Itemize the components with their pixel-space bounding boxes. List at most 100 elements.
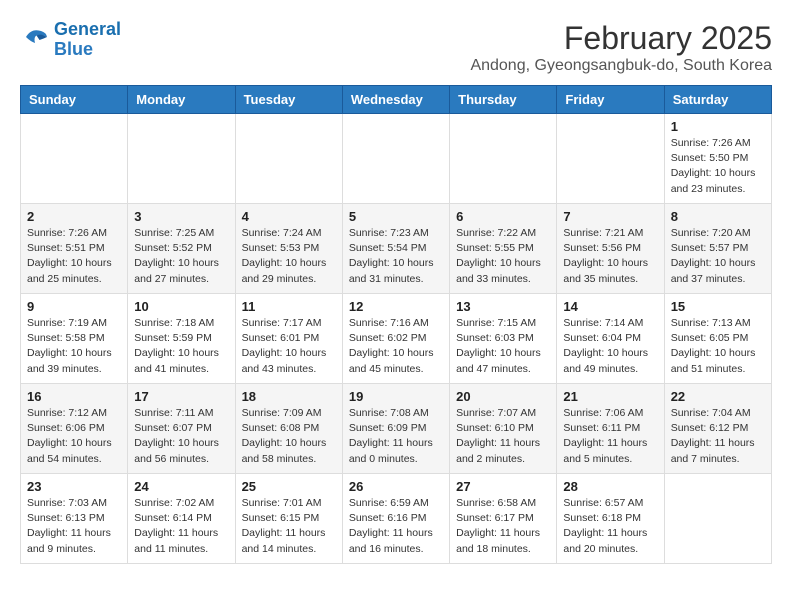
day-cell: 1 Sunrise: 7:26 AM Sunset: 5:50 PM Daylig… xyxy=(664,114,771,204)
week-row-3: 9 Sunrise: 7:19 AM Sunset: 5:58 PM Daylig… xyxy=(21,294,772,384)
day-cell: 21 Sunrise: 7:06 AM Sunset: 6:11 PM Dayli… xyxy=(557,384,664,474)
day-number: 21 xyxy=(563,389,657,404)
day-cell: 17Sunrise: 7:11 AM Sunset: 6:07 PM Dayli… xyxy=(128,384,235,474)
day-cell: 6Sunrise: 7:22 AM Sunset: 5:55 PM Daylig… xyxy=(450,204,557,294)
col-header-sunday: Sunday xyxy=(21,86,128,114)
day-number: 12 xyxy=(349,299,443,314)
day-cell: 27 Sunrise: 6:58 AM Sunset: 6:17 PM Dayli… xyxy=(450,474,557,564)
calendar-title: February 2025 xyxy=(470,20,772,57)
day-cell: 12Sunrise: 7:16 AM Sunset: 6:02 PM Dayli… xyxy=(342,294,449,384)
day-info: Sunrise: 6:59 AM Sunset: 6:16 PM Dayligh… xyxy=(349,496,443,557)
day-info: Sunrise: 7:19 AM Sunset: 5:58 PM Dayligh… xyxy=(27,316,121,377)
day-number: 28 xyxy=(563,479,657,494)
day-cell: 15 Sunrise: 7:13 AM Sunset: 6:05 PM Dayli… xyxy=(664,294,771,384)
day-info: Sunrise: 7:03 AM Sunset: 6:13 PM Dayligh… xyxy=(27,496,121,557)
day-cell: 24 Sunrise: 7:02 AM Sunset: 6:14 PM Dayli… xyxy=(128,474,235,564)
week-row-4: 16 Sunrise: 7:12 AM Sunset: 6:06 PM Dayli… xyxy=(21,384,772,474)
day-cell xyxy=(664,474,771,564)
day-number: 9 xyxy=(27,299,121,314)
calendar-table: SundayMondayTuesdayWednesdayThursdayFrid… xyxy=(20,85,772,564)
day-info: Sunrise: 7:25 AM Sunset: 5:52 PM Dayligh… xyxy=(134,226,228,287)
day-number: 14 xyxy=(563,299,657,314)
day-number: 15 xyxy=(671,299,765,314)
day-info: Sunrise: 7:06 AM Sunset: 6:11 PM Dayligh… xyxy=(563,406,657,467)
day-number: 3 xyxy=(134,209,228,224)
day-cell: 14 Sunrise: 7:14 AM Sunset: 6:04 PM Dayli… xyxy=(557,294,664,384)
day-cell xyxy=(450,114,557,204)
day-cell xyxy=(557,114,664,204)
day-cell: 18 Sunrise: 7:09 AM Sunset: 6:08 PM Dayli… xyxy=(235,384,342,474)
day-cell: 11 Sunrise: 7:17 AM Sunset: 6:01 PM Dayli… xyxy=(235,294,342,384)
day-cell: 19 Sunrise: 7:08 AM Sunset: 6:09 PM Dayli… xyxy=(342,384,449,474)
day-cell: 5 Sunrise: 7:23 AM Sunset: 5:54 PM Daylig… xyxy=(342,204,449,294)
calendar-subtitle: Andong, Gyeongsangbuk-do, South Korea xyxy=(470,57,772,75)
day-number: 27 xyxy=(456,479,550,494)
day-cell: 7 Sunrise: 7:21 AM Sunset: 5:56 PM Daylig… xyxy=(557,204,664,294)
day-info: Sunrise: 7:02 AM Sunset: 6:14 PM Dayligh… xyxy=(134,496,228,557)
col-header-tuesday: Tuesday xyxy=(235,86,342,114)
col-header-thursday: Thursday xyxy=(450,86,557,114)
day-info: Sunrise: 6:57 AM Sunset: 6:18 PM Dayligh… xyxy=(563,496,657,557)
day-info: Sunrise: 7:17 AM Sunset: 6:01 PM Dayligh… xyxy=(242,316,336,377)
day-info: Sunrise: 7:26 AM Sunset: 5:50 PM Dayligh… xyxy=(671,136,765,197)
day-cell xyxy=(128,114,235,204)
day-info: Sunrise: 7:22 AM Sunset: 5:55 PM Dayligh… xyxy=(456,226,550,287)
page-header: General Blue February 2025 Andong, Gyeon… xyxy=(20,20,772,75)
day-info: Sunrise: 6:58 AM Sunset: 6:17 PM Dayligh… xyxy=(456,496,550,557)
day-info: Sunrise: 7:14 AM Sunset: 6:04 PM Dayligh… xyxy=(563,316,657,377)
day-number: 11 xyxy=(242,299,336,314)
day-cell: 2Sunrise: 7:26 AM Sunset: 5:51 PM Daylig… xyxy=(21,204,128,294)
day-number: 4 xyxy=(242,209,336,224)
logo-icon xyxy=(20,22,50,52)
day-cell: 28 Sunrise: 6:57 AM Sunset: 6:18 PM Dayli… xyxy=(557,474,664,564)
day-number: 22 xyxy=(671,389,765,404)
day-cell: 26Sunrise: 6:59 AM Sunset: 6:16 PM Dayli… xyxy=(342,474,449,564)
day-number: 24 xyxy=(134,479,228,494)
logo: General Blue xyxy=(20,20,121,60)
day-cell: 22 Sunrise: 7:04 AM Sunset: 6:12 PM Dayli… xyxy=(664,384,771,474)
col-header-saturday: Saturday xyxy=(664,86,771,114)
day-cell xyxy=(235,114,342,204)
day-info: Sunrise: 7:15 AM Sunset: 6:03 PM Dayligh… xyxy=(456,316,550,377)
day-cell: 20 Sunrise: 7:07 AM Sunset: 6:10 PM Dayli… xyxy=(450,384,557,474)
day-number: 23 xyxy=(27,479,121,494)
day-number: 1 xyxy=(671,119,765,134)
day-info: Sunrise: 7:24 AM Sunset: 5:53 PM Dayligh… xyxy=(242,226,336,287)
day-info: Sunrise: 7:07 AM Sunset: 6:10 PM Dayligh… xyxy=(456,406,550,467)
day-number: 8 xyxy=(671,209,765,224)
day-info: Sunrise: 7:04 AM Sunset: 6:12 PM Dayligh… xyxy=(671,406,765,467)
day-number: 7 xyxy=(563,209,657,224)
day-number: 20 xyxy=(456,389,550,404)
day-number: 17 xyxy=(134,389,228,404)
day-cell xyxy=(342,114,449,204)
day-info: Sunrise: 7:26 AM Sunset: 5:51 PM Dayligh… xyxy=(27,226,121,287)
day-info: Sunrise: 7:18 AM Sunset: 5:59 PM Dayligh… xyxy=(134,316,228,377)
day-number: 13 xyxy=(456,299,550,314)
day-info: Sunrise: 7:13 AM Sunset: 6:05 PM Dayligh… xyxy=(671,316,765,377)
day-info: Sunrise: 7:08 AM Sunset: 6:09 PM Dayligh… xyxy=(349,406,443,467)
day-cell: 9 Sunrise: 7:19 AM Sunset: 5:58 PM Daylig… xyxy=(21,294,128,384)
week-row-1: 1 Sunrise: 7:26 AM Sunset: 5:50 PM Daylig… xyxy=(21,114,772,204)
day-info: Sunrise: 7:23 AM Sunset: 5:54 PM Dayligh… xyxy=(349,226,443,287)
day-info: Sunrise: 7:12 AM Sunset: 6:06 PM Dayligh… xyxy=(27,406,121,467)
day-cell: 13 Sunrise: 7:15 AM Sunset: 6:03 PM Dayli… xyxy=(450,294,557,384)
day-number: 10 xyxy=(134,299,228,314)
day-number: 16 xyxy=(27,389,121,404)
title-block: February 2025 Andong, Gyeongsangbuk-do, … xyxy=(470,20,772,75)
col-header-wednesday: Wednesday xyxy=(342,86,449,114)
day-cell: 16 Sunrise: 7:12 AM Sunset: 6:06 PM Dayli… xyxy=(21,384,128,474)
day-cell: 3 Sunrise: 7:25 AM Sunset: 5:52 PM Daylig… xyxy=(128,204,235,294)
day-number: 5 xyxy=(349,209,443,224)
day-cell: 8Sunrise: 7:20 AM Sunset: 5:57 PM Daylig… xyxy=(664,204,771,294)
week-row-5: 23 Sunrise: 7:03 AM Sunset: 6:13 PM Dayli… xyxy=(21,474,772,564)
col-header-friday: Friday xyxy=(557,86,664,114)
day-cell: 25Sunrise: 7:01 AM Sunset: 6:15 PM Dayli… xyxy=(235,474,342,564)
day-info: Sunrise: 7:21 AM Sunset: 5:56 PM Dayligh… xyxy=(563,226,657,287)
day-number: 18 xyxy=(242,389,336,404)
day-cell: 23 Sunrise: 7:03 AM Sunset: 6:13 PM Dayli… xyxy=(21,474,128,564)
calendar-header-row: SundayMondayTuesdayWednesdayThursdayFrid… xyxy=(21,86,772,114)
day-info: Sunrise: 7:09 AM Sunset: 6:08 PM Dayligh… xyxy=(242,406,336,467)
day-number: 19 xyxy=(349,389,443,404)
day-number: 25 xyxy=(242,479,336,494)
day-cell xyxy=(21,114,128,204)
